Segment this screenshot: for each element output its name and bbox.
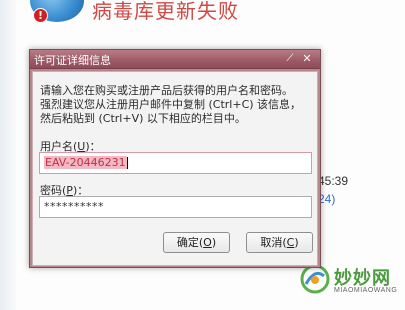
password-value: **********: [44, 200, 104, 213]
username-field[interactable]: EAV-20446231: [39, 152, 312, 174]
instruction-line: 然后粘贴到 (Ctrl+V) 以下相应的栏目中。: [40, 112, 246, 125]
update-failed-title: 病毒库更新失败: [92, 0, 239, 23]
dialog-body: 请输入您在购买或注册产品后获得的用户名和密码。 强烈建议您从注册用户邮件中复制 …: [32, 71, 318, 266]
watermark-logo-icon: [300, 264, 330, 294]
time-text: 45:39: [318, 174, 349, 188]
watermark: 妙妙网 MIAOMIAOWANG: [300, 262, 400, 304]
license-details-dialog: 许可证详细信息 ⟋ ✕ 请输入您在购买或注册产品后获得的用户名和密码。 强烈建议…: [29, 49, 321, 268]
instructions-text: 请输入您在购买或注册产品后获得的用户名和密码。 强烈建议您从注册用户邮件中复制 …: [40, 84, 315, 126]
ok-label-suffix: ): [211, 236, 217, 249]
alert-icon: !: [33, 8, 48, 23]
left-strip: [0, 0, 16, 310]
dialog-titlebar[interactable]: 许可证详细信息 ⟋ ✕: [30, 50, 320, 69]
ok-label-key: O: [203, 236, 212, 249]
cancel-label-suffix: ): [294, 236, 299, 249]
cancel-label-prefix: 取消(: [260, 236, 287, 249]
close-icon[interactable]: ✕: [301, 53, 313, 65]
ok-label-prefix: 确定(: [176, 236, 204, 249]
instruction-line: 强烈建议您从注册用户邮件中复制 (Ctrl+C) 该信息，: [40, 98, 302, 111]
instruction-line: 请输入您在购买或注册产品后获得的用户名和密码。: [40, 84, 293, 97]
ok-button[interactable]: 确定(O): [163, 232, 230, 253]
username-value: EAV-20446231: [44, 156, 127, 169]
password-field[interactable]: **********: [39, 196, 312, 218]
text-caret: [126, 157, 128, 169]
dialog-title: 许可证详细信息: [34, 54, 111, 67]
cancel-button[interactable]: 取消(C): [246, 232, 313, 253]
watermark-subtext: MIAOMIAOWANG: [334, 287, 398, 294]
pin-icon[interactable]: ⟋: [284, 53, 296, 65]
